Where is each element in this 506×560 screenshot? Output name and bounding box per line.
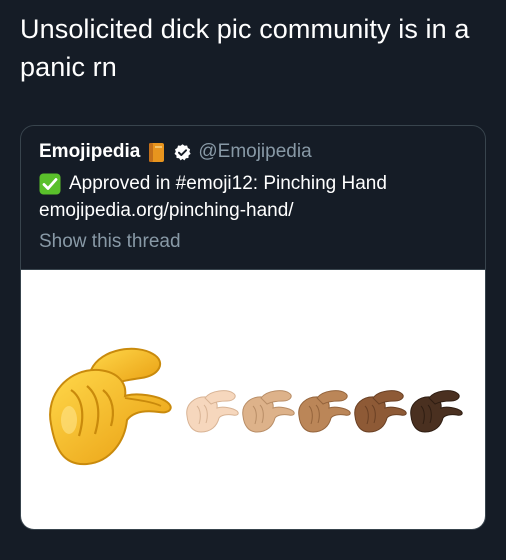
verified-badge-icon bbox=[173, 143, 192, 162]
pinching-hand-emoji-medium bbox=[298, 390, 351, 433]
quoted-tweet-line: Approved in #emoji12: Pinching Hand bbox=[39, 171, 387, 197]
quoted-tweet-card[interactable]: Emojipedia @Emojipedia Approved in #emoj… bbox=[20, 125, 486, 530]
tweet-text: Unsolicited dick pic community is in a p… bbox=[20, 14, 470, 82]
pinching-hand-emoji-light bbox=[186, 390, 239, 433]
tweet-page: Unsolicited dick pic community is in a p… bbox=[0, 0, 506, 560]
pinching-hand-emoji-medium-dark bbox=[354, 390, 407, 433]
tweet-media-image[interactable] bbox=[21, 269, 485, 529]
pinching-hand-emoji-medium-light bbox=[242, 390, 295, 433]
check-mark-button-icon bbox=[39, 173, 61, 195]
pinching-hand-emoji-dark bbox=[410, 390, 463, 433]
author-handle[interactable]: @Emojipedia bbox=[198, 141, 311, 163]
author-name[interactable]: Emojipedia bbox=[39, 141, 140, 163]
emojipedia-link[interactable]: emojipedia.org/pinching-hand/ bbox=[39, 198, 294, 224]
pinching-hand-emoji-large bbox=[49, 347, 172, 466]
show-thread-link[interactable]: Show this thread bbox=[39, 229, 181, 255]
book-icon bbox=[148, 142, 165, 163]
approval-text: Approved in #emoji12: Pinching Hand bbox=[69, 173, 387, 194]
quoted-tweet-header: Emojipedia @Emojipedia bbox=[39, 139, 471, 165]
